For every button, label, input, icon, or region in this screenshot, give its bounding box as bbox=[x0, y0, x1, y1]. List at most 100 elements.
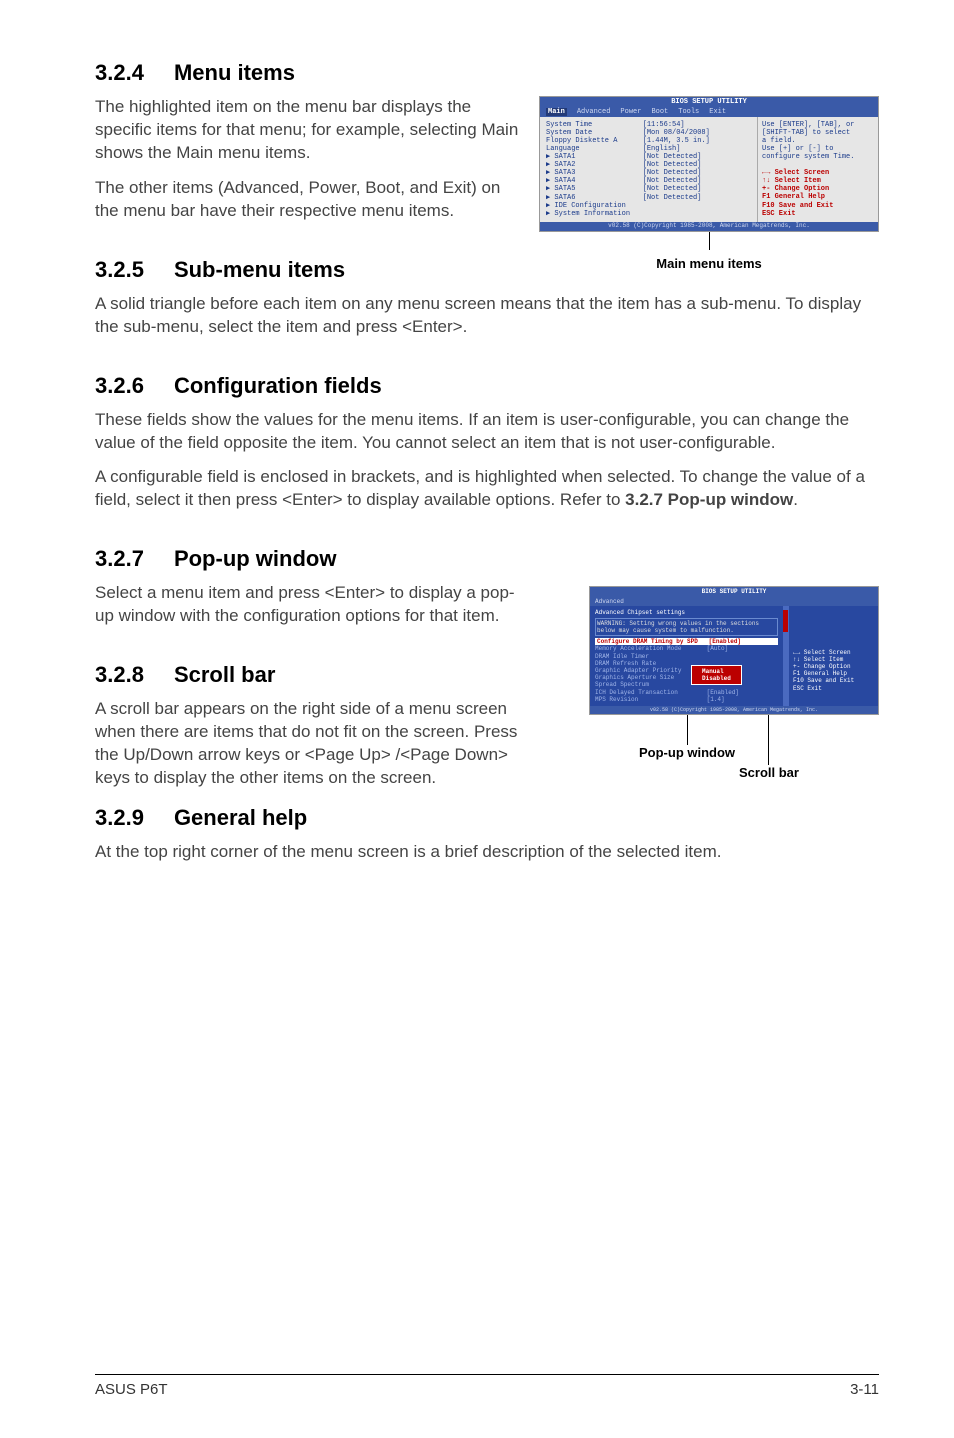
bios2-item: ICH Delayed Transaction [Enabled] bbox=[595, 689, 778, 696]
bios-item: ▶ SATA4 [Not Detected] bbox=[546, 177, 751, 185]
bios-item: ▶ SATA6 [Not Detected] bbox=[546, 194, 751, 202]
bios-menu-item: Tools bbox=[678, 108, 699, 116]
bios-menu-item: Exit bbox=[709, 108, 726, 116]
bios2-left: Advanced Chipset settings WARNING: Setti… bbox=[590, 606, 783, 706]
bios2-key: F10 Save and Exit bbox=[793, 677, 874, 684]
para-329-1: At the top right corner of the menu scre… bbox=[95, 841, 879, 864]
bios2-warning: WARNING: Setting wrong values in the sec… bbox=[595, 618, 778, 636]
label-popup-window: Pop-up window bbox=[639, 745, 735, 760]
heading-3-2-5: 3.2.5 Sub-menu items bbox=[95, 257, 524, 283]
para-324-1: The highlighted item on the menu bar dis… bbox=[95, 96, 524, 165]
bios-key: ESC Exit bbox=[762, 210, 874, 218]
bios2-item: DRAM Idle Timer bbox=[595, 653, 778, 660]
bios-item: ▶ SATA1 [Not Detected] bbox=[546, 153, 751, 161]
para-328-1: A scroll bar appears on the right side o… bbox=[95, 698, 524, 790]
heading-3-2-9: 3.2.9 General help bbox=[95, 805, 879, 831]
bios2-key: F1 General Help bbox=[793, 670, 874, 677]
heading-title: Configuration fields bbox=[174, 373, 382, 398]
bios-item: ▶ SATA5 [Not Detected] bbox=[546, 185, 751, 193]
para-324-2: The other items (Advanced, Power, Boot, … bbox=[95, 177, 524, 223]
bios-item: System Time [11:56:54] bbox=[546, 121, 751, 129]
bios2-item: Memory Acceleration Mode [Auto] bbox=[595, 645, 778, 652]
para-327-1: Select a menu item and press <Enter> to … bbox=[95, 582, 524, 628]
para-325-1: A solid triangle before each item on any… bbox=[95, 293, 879, 339]
bios-item: Language [English] bbox=[546, 145, 751, 153]
bios-help-line: [SHIFT-TAB] to select bbox=[762, 129, 874, 137]
heading-num: 3.2.5 bbox=[95, 257, 144, 283]
bios2-item: DRAM Refresh Rate bbox=[595, 660, 778, 667]
bios-screenshot-popup: BIOS SETUP UTILITY Advanced Advanced Chi… bbox=[589, 586, 879, 715]
bios2-item: MPS Revision [1.4] bbox=[595, 696, 778, 703]
heading-title: Scroll bar bbox=[174, 662, 275, 687]
bios-titlebar: BIOS SETUP UTILITY bbox=[540, 97, 878, 107]
bios2-key: ←→ Select Screen bbox=[793, 649, 874, 656]
heading-num: 3.2.7 bbox=[95, 546, 144, 572]
bios2-item: Configure DRAM Timing by SPD [Enabled] bbox=[595, 638, 778, 645]
bios-key: +- Change Option bbox=[762, 185, 874, 193]
heading-num: 3.2.9 bbox=[95, 805, 144, 831]
bios2-titlebar: BIOS SETUP UTILITY bbox=[590, 587, 878, 596]
popup-option: Manual bbox=[702, 668, 731, 675]
heading-title: Pop-up window bbox=[174, 546, 337, 571]
para-text: . bbox=[793, 490, 798, 509]
bios-menu-item: Boot bbox=[651, 108, 668, 116]
bios-help-line: Use [+] or [-] to bbox=[762, 145, 874, 153]
bios2-item: Graphics Aperture Size [Disabled] bbox=[595, 674, 778, 681]
figure-caption-main: Main menu items bbox=[539, 256, 879, 271]
heading-title: General help bbox=[174, 805, 307, 830]
heading-num: 3.2.8 bbox=[95, 662, 144, 688]
heading-3-2-8: 3.2.8 Scroll bar bbox=[95, 662, 524, 688]
bios2-right: ←→ Select Screen ↑↓ Select Item +- Chang… bbox=[788, 606, 878, 706]
bios-item: ▶ IDE Configuration bbox=[546, 202, 751, 210]
bios-item: ▶ SATA3 [Not Detected] bbox=[546, 169, 751, 177]
bios-help-line: Use [ENTER], [TAB], or bbox=[762, 121, 874, 129]
bios-help-line: configure system Time. bbox=[762, 153, 874, 161]
para-326-2: A configurable field is enclosed in brac… bbox=[95, 466, 879, 512]
bios-key: ←→ Select Screen bbox=[762, 169, 874, 177]
bios-screenshot-main: BIOS SETUP UTILITY Main Advanced Power B… bbox=[539, 96, 879, 232]
footer-right: 3-11 bbox=[850, 1381, 879, 1398]
heading-title: Menu items bbox=[174, 60, 295, 85]
bios-footer: v02.58 (C)Copyright 1985-2008, American … bbox=[540, 222, 878, 231]
bios-menu-item: Power bbox=[620, 108, 641, 116]
bios-help-line: a field. bbox=[762, 137, 874, 145]
pointer-line bbox=[709, 232, 710, 250]
bios2-key: ↑↓ Select Item bbox=[793, 656, 874, 663]
bios2-item: Spread Spectrum bbox=[595, 681, 778, 688]
bios2-scroll-thumb bbox=[783, 610, 788, 632]
bios-item: System Date [Mon 08/04/2008] bbox=[546, 129, 751, 137]
heading-num: 3.2.6 bbox=[95, 373, 144, 399]
bios-key: F1 General Help bbox=[762, 193, 874, 201]
bios-key: F10 Save and Exit bbox=[762, 202, 874, 210]
bios2-key: ESC Exit bbox=[793, 685, 874, 692]
para-ref: 3.2.7 Pop-up window bbox=[625, 490, 793, 509]
heading-3-2-6: 3.2.6 Configuration fields bbox=[95, 373, 879, 399]
bios-menu-main: Main bbox=[546, 108, 567, 116]
heading-3-2-4: 3.2.4 Menu items bbox=[95, 60, 879, 86]
bios-item: ▶ System Information bbox=[546, 210, 751, 218]
pointer-line bbox=[687, 715, 688, 745]
bios-right-panel: Use [ENTER], [TAB], or [SHIFT-TAB] to se… bbox=[758, 117, 878, 222]
pointer-line bbox=[768, 715, 769, 765]
label-scroll-bar: Scroll bar bbox=[739, 765, 799, 780]
heading-title: Sub-menu items bbox=[174, 257, 345, 282]
bios-key: ↑↓ Select Item bbox=[762, 177, 874, 185]
bios2-tab: Advanced bbox=[590, 597, 878, 606]
bios-left-panel: System Time [11:56:54] System Date [Mon … bbox=[540, 117, 758, 222]
bios-item: ▶ SATA2 [Not Detected] bbox=[546, 161, 751, 169]
bios2-scrollbar bbox=[783, 606, 788, 706]
bios2-popup: Manual Disabled bbox=[691, 665, 742, 685]
bios2-heading: Advanced Chipset settings bbox=[595, 609, 778, 616]
page-footer: ASUS P6T 3-11 bbox=[95, 1374, 879, 1398]
bios-item: Floppy Diskette A [1.44M, 3.5 in.] bbox=[546, 137, 751, 145]
bios-menubar: Main Advanced Power Boot Tools Exit bbox=[540, 107, 878, 117]
heading-num: 3.2.4 bbox=[95, 60, 144, 86]
bios2-key: +- Change Option bbox=[793, 663, 874, 670]
heading-3-2-7: 3.2.7 Pop-up window bbox=[95, 546, 524, 572]
bios2-footer: v02.58 (C)Copyright 1985-2008, American … bbox=[590, 706, 878, 714]
bios-menu-item: Advanced bbox=[577, 108, 611, 116]
para-326-1: These fields show the values for the men… bbox=[95, 409, 879, 455]
footer-left: ASUS P6T bbox=[95, 1381, 168, 1398]
popup-option: Disabled bbox=[702, 675, 731, 682]
bios2-item: Graphic Adapter Priority bbox=[595, 667, 778, 674]
